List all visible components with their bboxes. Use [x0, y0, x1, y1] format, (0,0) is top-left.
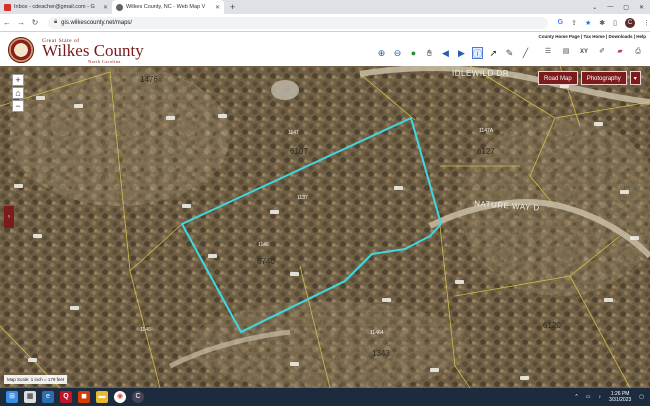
system-tray: ^ ▭ ♪ 1:26 PM 3/31/2023 ▢: [575, 388, 644, 406]
road-label-idlewild: IDLEWILD DR: [452, 69, 509, 78]
zoom-in-tool-icon[interactable]: ⊕: [376, 47, 387, 59]
globe-icon: [116, 3, 123, 11]
map-toolbar-right: ☰ ▤ XY ✐ ▰ ⎙: [542, 47, 644, 57]
quicken-icon[interactable]: Q: [60, 391, 72, 403]
avatar[interactable]: C: [624, 17, 635, 28]
logo-county-name: Wilkes County: [42, 41, 144, 60]
forward-icon[interactable]: →: [14, 18, 28, 27]
back-icon[interactable]: ←: [0, 18, 14, 27]
small-label: 1147: [288, 130, 299, 136]
previous-extent-icon[interactable]: ◀: [440, 47, 451, 59]
logo-state: North Carolina: [88, 59, 121, 64]
lock-icon[interactable]: 🔒︎: [54, 19, 57, 26]
small-label: 1147A: [479, 128, 494, 134]
address-bar: ← → ↻ 🔒︎ gis.wilkescounty.net/maps/ G ⇪ …: [0, 14, 650, 32]
gmail-icon: [4, 3, 11, 11]
tab-title: Wilkes County, NC - Web Map V: [126, 4, 206, 10]
eraser-icon[interactable]: ▰: [614, 47, 626, 57]
label-6120: 6120: [543, 321, 561, 330]
clock[interactable]: 1:26 PM 3/31/2023: [609, 391, 631, 403]
maximize-icon[interactable]: ▢: [623, 4, 629, 11]
tab-gmail[interactable]: Inbox - cdeacher@gmail.com - G ✕: [0, 0, 112, 14]
bookmark-star-icon[interactable]: ★: [585, 19, 591, 27]
full-extent-globe-icon[interactable]: ●: [408, 47, 419, 59]
label-6740: 6740: [257, 257, 275, 266]
label-1476: 1476: [140, 75, 158, 84]
map-scale: Map Scale: 1 inch = 179 feet: [4, 375, 68, 384]
map-canvas[interactable]: 1476 6107 6127 6740 1343 6120 1147 1137 …: [0, 66, 650, 388]
layers-icon[interactable]: ☰: [542, 47, 554, 57]
pan-hand-icon[interactable]: ✋︎: [424, 47, 435, 59]
site-header: Great State of Wilkes County North Carol…: [0, 32, 650, 66]
edge-browser-icon[interactable]: e: [42, 391, 54, 403]
tab-title: Inbox - cdeacher@gmail.com - G: [14, 4, 95, 10]
select-arrow-icon[interactable]: ➚: [488, 47, 499, 59]
side-panel-toggle[interactable]: ›: [4, 206, 14, 228]
draw-pencil-icon[interactable]: ✐: [596, 47, 608, 57]
tab-search-icon[interactable]: ⌄: [592, 4, 597, 11]
window-controls: ⌄ — ▢ ✕: [592, 0, 650, 14]
header-links[interactable]: County Home Page | Tax Home | Downloads …: [539, 34, 646, 39]
url-input[interactable]: 🔒︎ gis.wilkescounty.net/maps/: [47, 16, 548, 29]
network-icon[interactable]: ▭: [586, 394, 591, 400]
identify-info-icon[interactable]: ⓘ: [472, 47, 483, 59]
notifications-icon[interactable]: ▢: [639, 394, 644, 400]
photography-button[interactable]: Photography: [580, 71, 627, 85]
taskbar: ⊞ ▦ e Q ◼ ▬ ◉ C ^ ▭ ♪ 1:26 PM 3/31/2023 …: [0, 388, 650, 406]
small-label: 11464: [370, 330, 384, 336]
draw-line-icon[interactable]: ╱: [520, 47, 531, 59]
tab-wilkes-map[interactable]: Wilkes County, NC - Web Map V ✕: [112, 0, 224, 14]
zoom-out-tool-icon[interactable]: ⊖: [392, 47, 403, 59]
close-window-icon[interactable]: ✕: [639, 4, 644, 11]
map-toolbar: ⊕ ⊖ ● ✋︎ ◀ ▶ ⓘ ➚ ✎ ╱: [376, 47, 531, 59]
app-c-icon[interactable]: C: [132, 391, 144, 403]
print-icon[interactable]: ⎙: [632, 47, 644, 57]
clock-date: 3/31/2023: [609, 397, 632, 403]
legend-icon[interactable]: ▤: [560, 47, 572, 57]
label-1343: 1343: [372, 349, 390, 358]
basemap-switcher: Road Map Photography ▾: [538, 71, 641, 85]
zoom-in-button[interactable]: +: [12, 74, 24, 86]
calendar-app-icon[interactable]: ▦: [24, 391, 36, 403]
share-icon[interactable]: ⇪: [571, 19, 577, 27]
new-tab-button[interactable]: +: [224, 0, 241, 14]
measure-pencil-icon[interactable]: ✎: [504, 47, 515, 59]
minimize-icon[interactable]: —: [607, 4, 613, 10]
sidepanel-icon[interactable]: ▯: [613, 19, 617, 27]
aerial-map[interactable]: 1476 6107 6127 6740 1343 6120 1147 1137 …: [0, 66, 650, 388]
volume-icon[interactable]: ♪: [599, 394, 602, 400]
next-extent-icon[interactable]: ▶: [456, 47, 467, 59]
county-seal-logo: [8, 37, 34, 63]
menu-icon[interactable]: ⋮: [643, 19, 650, 27]
tray-chevron-icon[interactable]: ^: [575, 394, 577, 400]
file-explorer-icon[interactable]: ▬: [96, 391, 108, 403]
small-label: 1146: [258, 242, 269, 248]
road-map-button[interactable]: Road Map: [538, 71, 578, 85]
toolbar-icons: G ⇪ ★ ✱ ▯ C ⋮: [558, 17, 650, 28]
url-text: gis.wilkescounty.net/maps/: [61, 19, 133, 26]
label-6107: 6107: [290, 147, 308, 156]
xy-coordinate-icon[interactable]: XY: [578, 47, 590, 57]
lighter-forest: [10, 66, 230, 206]
basemap-dropdown-button[interactable]: ▾: [629, 71, 641, 85]
extension-icon[interactable]: ✱: [599, 19, 605, 27]
small-label: 1137: [297, 195, 308, 201]
home-button[interactable]: ⌂: [12, 87, 24, 99]
house-structure: [271, 80, 299, 100]
reload-icon[interactable]: ↻: [28, 18, 42, 27]
small-label: 1146: [140, 327, 151, 333]
zoom-out-button[interactable]: −: [12, 100, 24, 112]
zoom-controls: + ⌂ −: [12, 74, 24, 112]
close-tab-icon[interactable]: ✕: [215, 4, 220, 11]
label-6127: 6127: [477, 147, 495, 156]
chrome-icon[interactable]: ◉: [114, 391, 126, 403]
google-icon[interactable]: G: [558, 19, 563, 26]
close-tab-icon[interactable]: ✕: [103, 4, 108, 11]
office-icon[interactable]: ◼: [78, 391, 90, 403]
windows-start-icon[interactable]: ⊞: [6, 391, 18, 403]
browser-tab-bar: Inbox - cdeacher@gmail.com - G ✕ Wilkes …: [0, 0, 650, 14]
